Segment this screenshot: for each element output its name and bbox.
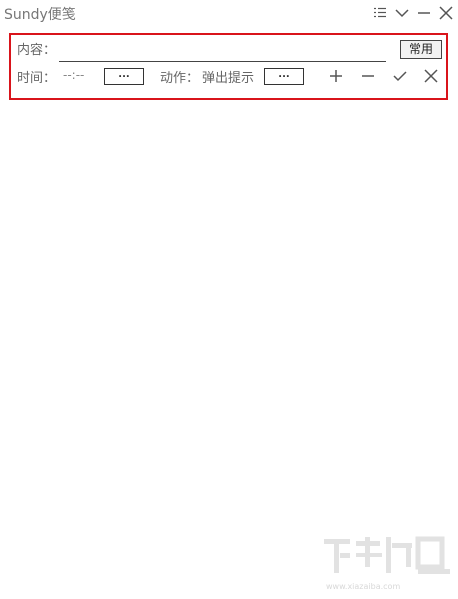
content-label: 内容： bbox=[17, 43, 57, 58]
close-icon[interactable] bbox=[437, 4, 455, 22]
minus-icon[interactable] bbox=[359, 67, 377, 85]
time-value: --:-- bbox=[63, 68, 85, 82]
time-picker-button[interactable]: ... bbox=[104, 68, 144, 85]
delete-icon[interactable] bbox=[422, 67, 440, 85]
plus-icon[interactable] bbox=[327, 67, 345, 85]
minimize-icon[interactable] bbox=[415, 4, 433, 22]
title-bar: Sundy便笺 bbox=[0, 0, 458, 28]
action-value: 弹出提示 bbox=[202, 71, 255, 86]
window-title: Sundy便笺 bbox=[4, 7, 76, 23]
action-picker-button[interactable]: ... bbox=[264, 68, 304, 85]
content-underline bbox=[59, 61, 386, 62]
time-label: 时间： bbox=[17, 71, 57, 86]
common-button[interactable]: 常用 bbox=[400, 40, 442, 59]
chevron-down-icon[interactable] bbox=[393, 4, 411, 22]
svg-text:www.xiazaiba.com: www.xiazaiba.com bbox=[326, 582, 400, 591]
watermark-logo: www.xiazaiba.com bbox=[318, 533, 454, 595]
content-input[interactable] bbox=[59, 39, 386, 61]
list-icon[interactable] bbox=[371, 4, 389, 22]
note-editor-panel: 内容： 常用 时间： --:-- ... 动作： 弹出提示 ... bbox=[9, 33, 448, 100]
check-icon[interactable] bbox=[391, 67, 409, 85]
action-label: 动作： bbox=[160, 71, 200, 86]
